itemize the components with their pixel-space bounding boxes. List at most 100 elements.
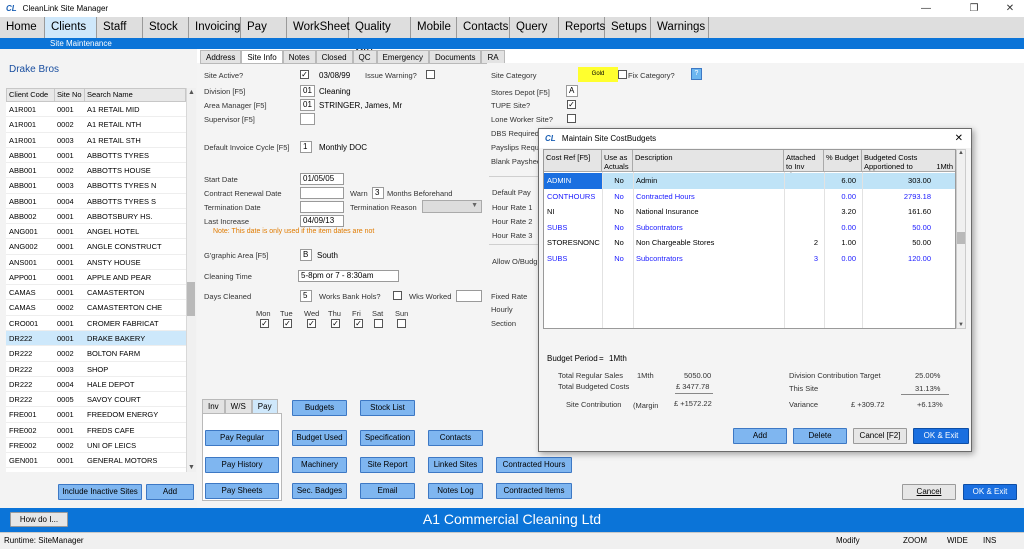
contracted-hours-button[interactable]: Contracted Hours [496, 457, 572, 473]
budget-used-button[interactable]: Budget Used [292, 430, 347, 446]
notes-log-button[interactable]: Notes Log [428, 483, 483, 499]
day-fri-checkbox[interactable]: ✓ [354, 319, 363, 328]
restore-icon[interactable]: ❐ [960, 0, 988, 17]
division-code-field[interactable]: 01 [300, 85, 315, 97]
dialog-close-icon[interactable]: ✕ [955, 129, 963, 148]
budgets-button[interactable]: Budgets [292, 400, 347, 416]
invoice-cycle-code-field[interactable]: 1 [300, 141, 312, 153]
geo-area-code-field[interactable]: B [300, 249, 312, 261]
pay-regular-button[interactable]: Pay Regular [205, 430, 279, 446]
menu-setups[interactable]: Setups [605, 17, 651, 38]
day-wed-checkbox[interactable]: ✓ [307, 319, 316, 328]
help-icon[interactable]: ? [691, 68, 702, 80]
client-row[interactable]: FRE002 0002 UNI OF LEICS [6, 438, 186, 454]
tab-address[interactable]: Address [200, 50, 242, 63]
start-date-field[interactable]: 01/05/05 [300, 173, 344, 185]
fix-category-checkbox[interactable] [618, 70, 627, 79]
tab-documents[interactable]: Documents [429, 50, 482, 63]
client-row[interactable]: CAMAS 0001 CAMASTERTON [6, 285, 186, 301]
client-row[interactable]: ANG001 0001 ANGEL HOTEL [6, 224, 186, 240]
site-active-checkbox[interactable]: ✓ [300, 70, 309, 79]
wks-worked-field[interactable] [456, 290, 482, 302]
submenu-site-maintenance[interactable]: Site Maintenance [50, 38, 112, 49]
client-row[interactable]: DR222 0004 HALE DEPOT [6, 377, 186, 393]
grid-scroll-thumb[interactable] [957, 232, 965, 244]
client-row[interactable]: A1R001 0003 A1 RETAIL STH [6, 133, 186, 148]
grid-scrollbar[interactable]: ▲ ▼ [956, 149, 966, 329]
day-tue-checkbox[interactable]: ✓ [283, 319, 292, 328]
client-row[interactable]: CAMAS 0002 CAMASTERTON CHE [6, 300, 186, 316]
budget-row[interactable]: SUBS No Subcontrators 3 0.00 120.00 [544, 251, 955, 267]
scroll-down-icon[interactable]: ▼ [188, 464, 195, 471]
client-row[interactable]: A1R001 0001 A1 RETAIL MID [6, 102, 186, 118]
cleaning-time-field[interactable]: 5-8pm or 7 - 8:30am [298, 270, 399, 282]
tab-qc[interactable]: QC [352, 50, 377, 63]
client-row[interactable]: ANS001 0001 ANSTY HOUSE [6, 255, 186, 270]
include-inactive-sites-button[interactable]: Include Inactive Sites [58, 484, 142, 500]
machinery-button[interactable]: Machinery [292, 457, 347, 473]
site-category-field[interactable]: Gold [578, 67, 618, 82]
client-row[interactable]: ABB001 0004 ABBOTTS TYRES S [6, 194, 186, 209]
col-attached[interactable]: Attached to Inv Lin... [784, 150, 824, 180]
subtab-inv[interactable]: Inv [202, 399, 225, 413]
budget-row[interactable]: SUBS No Subcontrators 0.00 50.00 [544, 220, 955, 236]
lone-worker-checkbox[interactable] [567, 114, 576, 123]
tab-notes[interactable]: Notes [282, 50, 316, 63]
scroll-down-icon[interactable]: ▼ [958, 322, 964, 328]
renewal-date-field[interactable] [300, 187, 344, 199]
dialog-ok-exit-button[interactable]: OK & Exit [913, 428, 969, 444]
day-sat-checkbox[interactable] [374, 319, 383, 328]
subtab-ws[interactable]: W/S [224, 399, 252, 413]
tupe-site-checkbox[interactable]: ✓ [567, 100, 576, 109]
client-row[interactable]: FRE001 0001 FREEDOM ENERGY [6, 407, 186, 423]
day-mon-checkbox[interactable]: ✓ [260, 319, 269, 328]
sec-badges-button[interactable]: Sec. Badges [292, 483, 347, 499]
menu-invoicing[interactable]: Invoicing [189, 17, 241, 38]
client-row[interactable]: APP001 0001 APPLE AND PEAR [6, 270, 186, 286]
client-list-scrollbar[interactable]: ▲ ▼ [186, 88, 196, 472]
budget-row[interactable]: STORESNONC No Non Chargeable Stores 2 1.00 50… [544, 235, 955, 251]
col-budgeted-costs[interactable]: Budgeted Costs Apportioned to 1Mth [862, 150, 955, 171]
dialog-add-button[interactable]: Add [733, 428, 787, 444]
client-row[interactable]: ABB001 0002 ABBOTTS HOUSE [6, 163, 186, 179]
col-client-code[interactable]: Client Code [7, 89, 55, 101]
scroll-up-icon[interactable]: ▲ [958, 150, 964, 156]
email-button[interactable]: Email [360, 483, 415, 499]
budget-row[interactable]: CONTHOURS No Contracted Hours 0.00 2793.18 [544, 189, 955, 205]
client-row[interactable]: GEN001 0001 GENERAL MOTORS [6, 453, 186, 469]
site-report-button[interactable]: Site Report [360, 457, 415, 473]
linked-sites-button[interactable]: Linked Sites [428, 457, 483, 473]
menu-home[interactable]: Home [0, 17, 45, 38]
menu-contacts[interactable]: Contacts [457, 17, 510, 38]
menu-reports[interactable]: Reports [559, 17, 605, 38]
budget-row[interactable]: NI No National Insurance 3.20 161.60 [544, 204, 955, 220]
menu-query[interactable]: Query [510, 17, 559, 38]
tab-closed[interactable]: Closed [315, 50, 353, 63]
dialog-delete-button[interactable]: Delete [793, 428, 847, 444]
client-row[interactable]: A1R001 0002 A1 RETAIL NTH [6, 117, 186, 133]
pay-history-button[interactable]: Pay History [205, 457, 279, 473]
menu-mobile[interactable]: Mobile [411, 17, 457, 38]
col-site-no[interactable]: Site No [55, 89, 85, 101]
menu-quality-ctrl[interactable]: Quality Ctrl [349, 17, 411, 54]
menu-warnings[interactable]: Warnings [651, 17, 709, 38]
scroll-up-icon[interactable]: ▲ [188, 89, 195, 96]
warn-months-field[interactable]: 3 [372, 187, 384, 199]
client-row[interactable]: DR222 0001 DRAKE BAKERY [6, 330, 186, 347]
col-pct-budget[interactable]: % Budget [824, 150, 862, 171]
stores-depot-field[interactable]: A [566, 85, 578, 97]
client-row[interactable]: DR222 0002 BOLTON FARM [6, 346, 186, 362]
specification-button[interactable]: Specification [360, 430, 415, 446]
ok-exit-button[interactable]: OK & Exit [963, 484, 1017, 500]
client-row[interactable]: ABB002 0001 ABBOTSBURY HS. [6, 209, 186, 225]
menu-clients[interactable]: Clients [45, 17, 97, 38]
client-row[interactable]: ABB001 0001 ABBOTTS TYRES [6, 148, 186, 164]
dialog-cancel-button[interactable]: Cancel [F2] [853, 428, 907, 444]
client-row[interactable]: FRE002 0001 FREDS CAFE [6, 423, 186, 438]
budget-row[interactable]: ADMIN No Admin 6.00 303.00 [544, 173, 955, 189]
stock-list-button[interactable]: Stock List [360, 400, 415, 416]
client-row[interactable]: CRO001 0001 CROMER FABRICAT [6, 316, 186, 331]
supervisor-field[interactable] [300, 113, 315, 125]
day-thu-checkbox[interactable]: ✓ [331, 319, 340, 328]
subtab-pay[interactable]: Pay [251, 399, 278, 413]
